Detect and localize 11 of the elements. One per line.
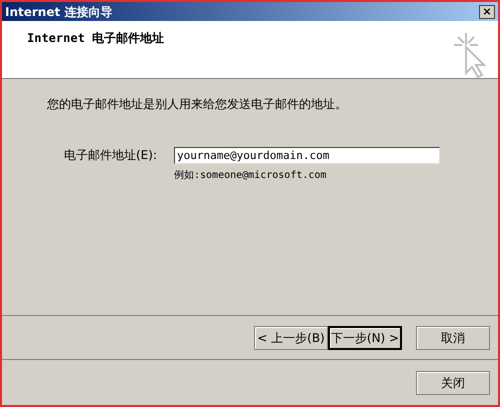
email-field[interactable]: yourname@yourdomain.com — [174, 146, 440, 164]
cancel-button[interactable]: 取消 — [416, 326, 490, 350]
close-dialog-button[interactable]: 关闭 — [416, 370, 490, 394]
description-text: 您的电子邮件地址是别人用来给您发送电子邮件的地址。 — [47, 96, 348, 113]
back-button[interactable]: < 上一步(B) — [254, 326, 328, 350]
email-label: 电子邮件地址(E): — [64, 147, 158, 164]
close-button[interactable]: × — [479, 4, 495, 18]
window-title: Internet 连接向导 — [5, 4, 112, 20]
next-button[interactable]: 下一步(N) > — [328, 326, 402, 350]
example-hint: 例如:someone@microsoft.com — [174, 169, 328, 183]
header-title: Internet 电子邮件地址 — [27, 30, 164, 47]
